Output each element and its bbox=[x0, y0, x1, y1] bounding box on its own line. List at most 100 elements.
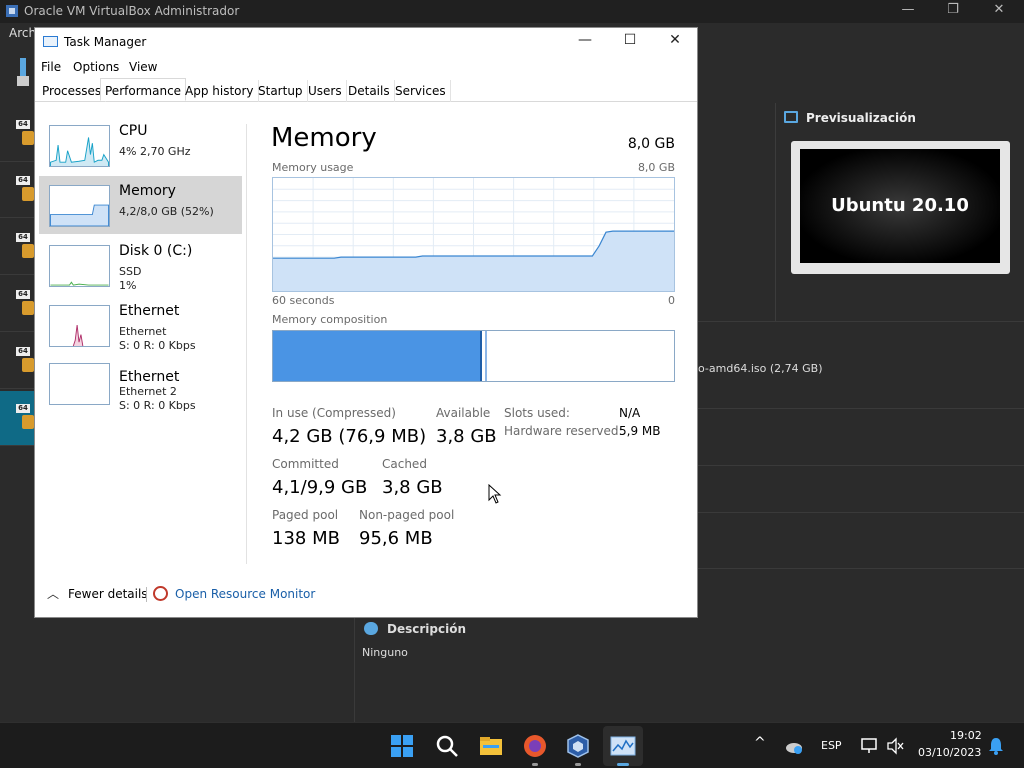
resource-monitor-icon[interactable] bbox=[153, 586, 168, 601]
tab-app-history[interactable]: App history bbox=[181, 80, 259, 102]
memory-heading: Memory bbox=[271, 123, 377, 153]
task-manager-title: Task Manager bbox=[64, 35, 147, 49]
divider bbox=[698, 568, 1024, 569]
divider bbox=[698, 512, 1024, 513]
network-icon[interactable] bbox=[860, 736, 880, 756]
vm-list-item-selected[interactable]: 64 bbox=[0, 391, 35, 446]
memory-usage-graph bbox=[272, 177, 675, 292]
running-indicator bbox=[532, 763, 538, 766]
tab-bar: Processes Performance App history Startu… bbox=[35, 78, 697, 102]
perf-item-disk-name: Disk 0 (C:) bbox=[119, 243, 193, 259]
stat-cached-label: Cached bbox=[382, 457, 427, 471]
perf-item-ethernet-1[interactable]: Ethernet Ethernet S: 0 R: 0 Kbps bbox=[39, 296, 242, 354]
language-indicator[interactable]: ESP bbox=[821, 739, 842, 752]
vm-list-item[interactable]: 64 bbox=[0, 163, 35, 218]
close-button[interactable]: ✕ bbox=[660, 32, 690, 52]
vm-list-item[interactable]: 64 bbox=[0, 277, 35, 332]
menu-view[interactable]: View bbox=[129, 60, 157, 74]
stat-paged-pool-value: 138 MB bbox=[272, 528, 340, 549]
vm-box-icon bbox=[22, 358, 34, 372]
virtualbox-vm-list: 64 64 64 64 64 64 bbox=[0, 50, 35, 450]
divider bbox=[246, 124, 247, 564]
disk-thumbnail bbox=[49, 245, 110, 287]
open-resource-monitor-link[interactable]: Open Resource Monitor bbox=[175, 587, 315, 601]
perf-item-disk-type: SSD bbox=[119, 265, 142, 278]
mouse-cursor-icon bbox=[488, 484, 502, 504]
perf-item-cpu[interactable]: CPU 4% 2,70 GHz bbox=[39, 116, 242, 174]
perf-item-cpu-name: CPU bbox=[119, 123, 148, 139]
vm-box-icon bbox=[22, 187, 34, 201]
running-indicator bbox=[575, 763, 581, 766]
virtualbox-icon[interactable] bbox=[565, 733, 591, 759]
stat-cached-value: 3,8 GB bbox=[382, 477, 443, 498]
virtualbox-close-button[interactable]: ✕ bbox=[987, 2, 1011, 20]
virtualbox-logo-icon bbox=[6, 5, 18, 17]
preview-frame: Ubuntu 20.10 bbox=[791, 141, 1010, 274]
perf-item-disk[interactable]: Disk 0 (C:) SSD 1% bbox=[39, 236, 242, 294]
virtualbox-minimize-button[interactable]: — bbox=[896, 2, 920, 20]
memory-composition-bar bbox=[272, 330, 675, 382]
divider bbox=[698, 465, 1024, 466]
cloud-icon[interactable] bbox=[784, 736, 804, 756]
stat-slots-value: N/A bbox=[619, 406, 641, 420]
perf-item-cpu-detail: 4% 2,70 GHz bbox=[119, 145, 191, 158]
vm-list-item[interactable]: 64 bbox=[0, 107, 35, 162]
tab-processes[interactable]: Processes bbox=[38, 80, 107, 102]
graph-time-label: 60 seconds bbox=[272, 294, 335, 307]
vm-box-icon bbox=[22, 301, 34, 315]
preview-panel: Previsualización Ubuntu 20.10 bbox=[775, 103, 1024, 321]
vm-64-badge: 64 bbox=[16, 290, 30, 299]
perf-item-ethernet-2-name: Ethernet bbox=[119, 369, 180, 385]
stat-in-use-label: In use (Compressed) bbox=[272, 406, 396, 420]
task-manager-footer: ︿ Fewer details Open Resource Monitor bbox=[35, 583, 697, 607]
divider bbox=[354, 618, 355, 722]
taskbar: ^ ESP 19:02 03/10/2023 bbox=[0, 722, 1024, 768]
search-icon[interactable] bbox=[434, 733, 460, 759]
vm-list-item[interactable]: 64 bbox=[0, 220, 35, 275]
tab-details[interactable]: Details bbox=[344, 80, 395, 102]
perf-item-memory[interactable]: Memory 4,2/8,0 GB (52%) bbox=[39, 176, 242, 234]
task-manager-icon[interactable] bbox=[610, 733, 636, 759]
tab-services[interactable]: Services bbox=[391, 80, 451, 102]
minimize-button[interactable]: — bbox=[570, 32, 600, 52]
task-manager-window: Task Manager — ☐ ✕ File Options View Pro… bbox=[34, 27, 698, 618]
task-manager-titlebar[interactable]: Task Manager — ☐ ✕ bbox=[35, 28, 697, 56]
memory-usage-label: Memory usage bbox=[272, 161, 354, 174]
vm-64-badge: 64 bbox=[16, 120, 30, 129]
ethernet-thumbnail bbox=[49, 305, 110, 347]
vm-64-badge: 64 bbox=[16, 404, 30, 413]
stat-nonpaged-pool-value: 95,6 MB bbox=[359, 528, 433, 549]
clock-date[interactable]: 03/10/2023 bbox=[918, 746, 981, 759]
firefox-icon[interactable] bbox=[522, 733, 548, 759]
memory-total: 8,0 GB bbox=[627, 136, 675, 152]
preview-title: Previsualización bbox=[806, 111, 916, 125]
description-icon bbox=[364, 622, 378, 635]
perf-item-memory-name: Memory bbox=[119, 183, 176, 199]
virtualbox-title: Oracle VM VirtualBox Administrador bbox=[24, 4, 240, 18]
clock-time[interactable]: 19:02 bbox=[950, 729, 982, 742]
memory-composition-label: Memory composition bbox=[272, 313, 388, 326]
notification-bell-icon[interactable] bbox=[987, 736, 1005, 756]
speaker-muted-icon[interactable] bbox=[885, 736, 905, 756]
perf-item-ethernet-2[interactable]: Ethernet Ethernet 2 S: 0 R: 0 Kbps bbox=[39, 362, 242, 420]
chevron-up-icon[interactable]: ^ bbox=[754, 735, 766, 751]
fewer-details-button[interactable]: Fewer details bbox=[68, 587, 148, 601]
virtualbox-maximize-button[interactable]: ❐ bbox=[941, 2, 965, 20]
vm-box-icon bbox=[22, 131, 34, 145]
tab-startup[interactable]: Startup bbox=[254, 80, 308, 102]
vm-list-item[interactable]: 64 bbox=[0, 334, 35, 389]
windows-start-icon[interactable] bbox=[389, 733, 415, 759]
tab-performance[interactable]: Performance bbox=[100, 78, 187, 101]
file-explorer-icon[interactable] bbox=[478, 733, 504, 759]
chevron-up-icon[interactable]: ︿ bbox=[47, 585, 59, 602]
graph-time-end: 0 bbox=[668, 294, 675, 307]
description-title: Descripción bbox=[387, 622, 466, 636]
menu-file[interactable]: File bbox=[41, 60, 61, 74]
divider bbox=[146, 587, 147, 602]
task-manager-icon bbox=[43, 36, 58, 47]
maximize-button[interactable]: ☐ bbox=[615, 32, 645, 52]
storage-iso-text: o-amd64.iso (2,74 GB) bbox=[698, 362, 823, 375]
tab-users[interactable]: Users bbox=[304, 80, 347, 102]
menu-options[interactable]: Options bbox=[73, 60, 119, 74]
perf-item-ethernet-1-name: Ethernet bbox=[119, 303, 180, 319]
